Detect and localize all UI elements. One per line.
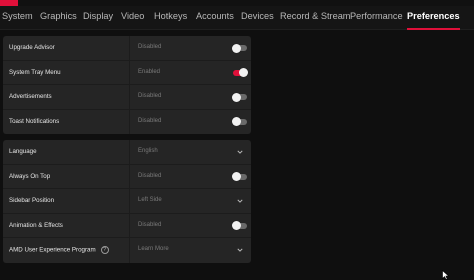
chevron-down-icon[interactable] [237, 247, 243, 253]
toggle-knob [232, 117, 241, 126]
row-divider [129, 189, 130, 213]
setting-value: English [138, 148, 158, 154]
setting-row-upgrade-advisor: Upgrade Advisor Disabled [3, 36, 251, 61]
always-on-top-toggle[interactable] [232, 172, 247, 181]
row-divider [129, 140, 130, 164]
tab-video[interactable]: Video [121, 11, 144, 29]
toggle-knob [232, 221, 241, 230]
active-tab-indicator [407, 28, 460, 30]
help-icon[interactable]: ? [100, 246, 109, 254]
upgrade-advisor-toggle[interactable] [232, 43, 247, 53]
tab-system[interactable]: System [2, 11, 33, 29]
setting-label: Advertisements [9, 93, 52, 100]
tab-devices[interactable]: Devices [241, 11, 274, 29]
setting-row-toast-notifications: Toast Notifications Disabled [3, 109, 251, 134]
setting-label-wrap: AMD User Experience Program? [9, 246, 109, 254]
setting-value: Disabled [138, 117, 162, 124]
setting-value: Disabled [138, 172, 162, 179]
setting-label: Language [9, 148, 37, 155]
tab-preferences[interactable]: Preferences [407, 11, 460, 30]
chevron-down-icon[interactable] [237, 149, 243, 155]
toggle-knob [232, 172, 241, 181]
top-nav: System Graphics Display Video Hotkeys Ac… [0, 6, 474, 30]
toggle-knob [232, 43, 241, 53]
system-tray-menu-toggle[interactable] [233, 68, 248, 77]
row-divider [129, 109, 130, 134]
setting-row-user-experience-program: AMD User Experience Program? Learn More [3, 238, 251, 263]
toast-notifications-toggle[interactable] [232, 117, 247, 126]
setting-label: System Tray Menu [9, 68, 61, 76]
setting-row-system-tray-menu: System Tray Menu Enabled [3, 60, 251, 85]
settings-group-interface: Language English Always On Top Disabled … [3, 140, 251, 263]
setting-label: Toast Notifications [9, 117, 60, 125]
settings-group-general: Upgrade Advisor Disabled System Tray Men… [3, 36, 251, 134]
learn-more-link[interactable]: Learn More [138, 246, 169, 252]
setting-value: Disabled [138, 44, 162, 50]
toggle-knob [232, 92, 241, 102]
row-divider [129, 213, 130, 237]
tab-performance[interactable]: Performance [350, 11, 403, 29]
tab-accounts[interactable]: Accounts [196, 11, 234, 29]
setting-row-language: Language English [3, 140, 251, 165]
tab-record-stream[interactable]: Record & Stream [280, 11, 350, 29]
setting-row-animation-effects: Animation & Effects Disabled [3, 213, 251, 238]
tab-display[interactable]: Display [83, 11, 113, 29]
row-divider [129, 238, 130, 263]
setting-value: Enabled [138, 68, 161, 75]
setting-label: Sidebar Position [9, 197, 55, 204]
setting-label: Animation & Effects [9, 221, 63, 229]
tab-hotkeys[interactable]: Hotkeys [154, 11, 187, 29]
chevron-down-icon[interactable] [237, 198, 243, 204]
animation-effects-toggle[interactable] [232, 221, 247, 230]
setting-value: Disabled [138, 93, 162, 99]
row-divider [129, 60, 130, 84]
row-divider [129, 36, 130, 60]
setting-row-sidebar-position: Sidebar Position Left Side [3, 189, 251, 214]
setting-label: Upgrade Advisor [9, 44, 55, 51]
setting-value: Disabled [138, 221, 162, 228]
row-divider [129, 85, 130, 109]
toggle-knob [239, 68, 248, 77]
mouse-cursor-icon [442, 270, 450, 280]
setting-row-advertisements: Advertisements Disabled [3, 85, 251, 110]
advertisements-toggle[interactable] [232, 92, 247, 102]
setting-label: AMD User Experience Program [9, 246, 96, 254]
row-divider [129, 164, 130, 188]
setting-value: Left Side [138, 197, 162, 203]
setting-label: Always On Top [9, 172, 51, 180]
tab-graphics[interactable]: Graphics [40, 11, 77, 29]
setting-row-always-on-top: Always On Top Disabled [3, 164, 251, 189]
tab-preferences-label: Preferences [407, 11, 460, 21]
